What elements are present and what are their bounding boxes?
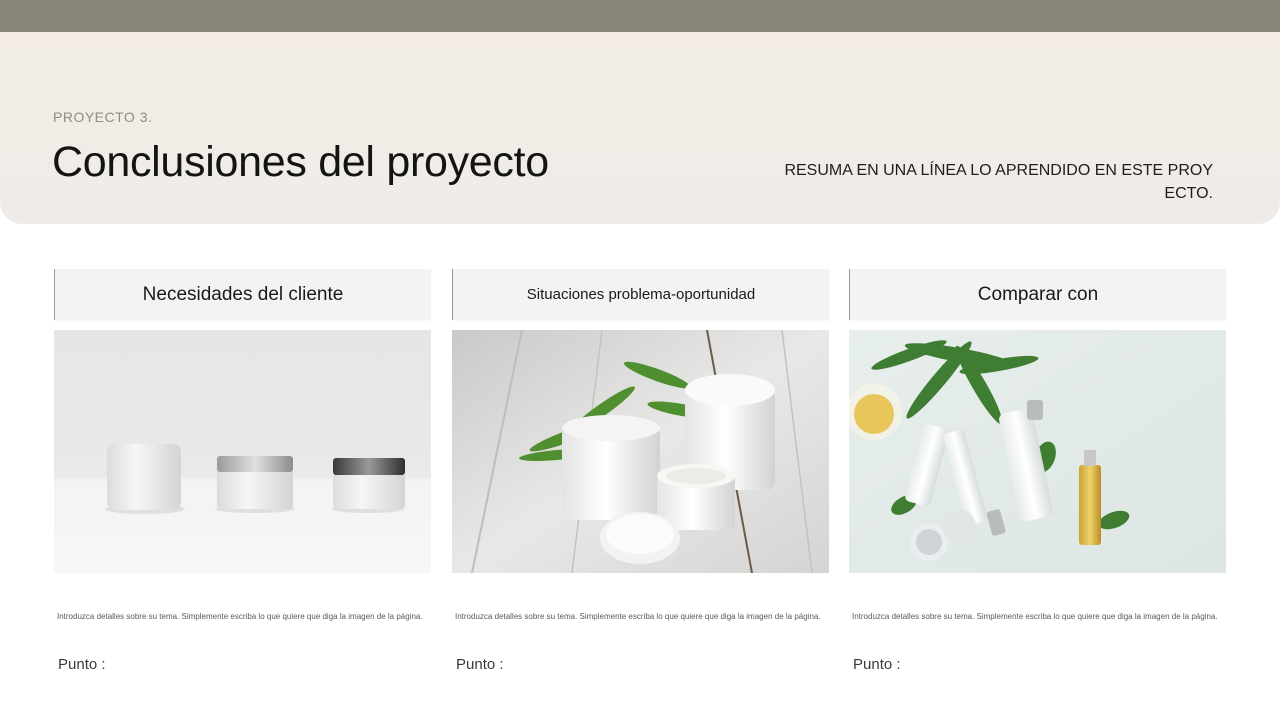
column-title: Situaciones problema-oportunidad xyxy=(452,269,829,320)
column-point: Punto : xyxy=(58,656,106,673)
column-description: Introduzca detalles sobre su tema. Simpl… xyxy=(852,612,1218,621)
project-label: PROYECTO 3. xyxy=(53,109,153,125)
white-cosmetic-jars-image xyxy=(54,330,431,573)
column-problem-opportunity: Situaciones problema-oportunidad Introdu… xyxy=(452,269,829,673)
column-compare-with: Comparar con Introduzca detalles sobre s… xyxy=(849,269,1226,673)
column-customer-needs: Necesidades del cliente Introduzca detal… xyxy=(54,269,431,673)
column-point: Punto : xyxy=(456,656,504,673)
cream-jars-with-leaves-image xyxy=(452,330,829,573)
column-title: Comparar con xyxy=(849,269,1226,320)
column-description: Introduzca detalles sobre su tema. Simpl… xyxy=(455,612,821,621)
page-title: Conclusiones del proyecto xyxy=(52,138,549,186)
slide: PROYECTO 3. Conclusiones del proyecto RE… xyxy=(0,0,1280,720)
column-title: Necesidades del cliente xyxy=(54,269,431,320)
column-description: Introduzca detalles sobre su tema. Simpl… xyxy=(57,612,423,621)
top-bar xyxy=(0,0,1280,32)
summary-text: RESUMA EN UNA LÍNEA LO APRENDIDO EN ESTE… xyxy=(784,162,1213,202)
column-point: Punto : xyxy=(853,656,901,673)
skincare-bottles-flatlay-image xyxy=(849,330,1226,573)
